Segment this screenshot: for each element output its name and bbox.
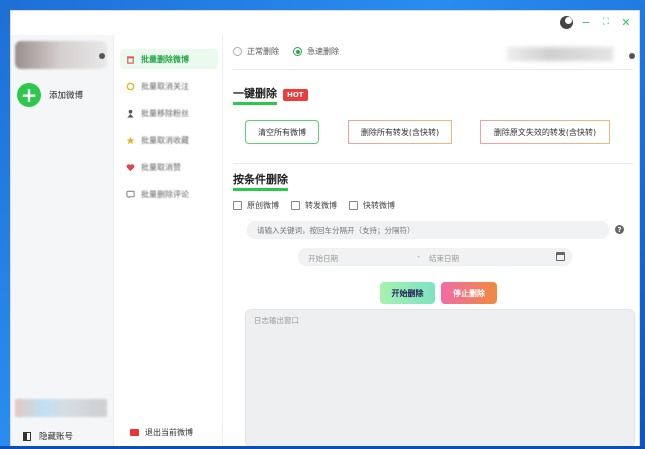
theme-toggle-button[interactable] [559, 15, 573, 29]
conditional-delete-section-title: 按条件删除 [233, 171, 288, 191]
checkbox-label: 原创微博 [247, 201, 279, 210]
delete-all-reposts-button[interactable]: 删除所有转发(含快转) [348, 120, 452, 144]
delete-mode-group: 正常删除 急速删除 [233, 46, 339, 57]
section-title-text: 一键删除 [233, 85, 277, 105]
account-status-dot [99, 53, 105, 59]
window-controls: − ⛶ ✕ [559, 15, 633, 29]
delete-invalid-reposts-button[interactable]: 删除原文失效的转发(含快转) [480, 120, 610, 144]
checkbox-quick-repost-weibo[interactable]: 快转微博 [349, 200, 395, 211]
current-account-profile[interactable] [15, 41, 107, 69]
account-info-dot [629, 53, 635, 59]
hide-account-button[interactable]: 隐藏账号 [23, 430, 73, 442]
close-button[interactable]: ✕ [619, 15, 633, 29]
maximize-button[interactable]: ⛶ [599, 15, 613, 29]
keyword-input[interactable] [247, 221, 609, 239]
nav-item-label: 批量删除微博 [141, 54, 189, 64]
date-end-input[interactable]: 结束日期 [429, 253, 459, 264]
nav-item-label: 批量删除评论 [141, 189, 189, 199]
account-sidebar: + 添加微博 隐藏账号 [11, 35, 113, 448]
title-bar: − ⛶ ✕ [11, 11, 639, 35]
hide-account-label: 隐藏账号 [39, 432, 74, 442]
nav-item-label: 批量移除粉丝 [141, 108, 189, 118]
section-title-text: 按条件删除 [233, 171, 288, 191]
trash-icon [126, 55, 135, 64]
clear-all-weibo-button[interactable]: 清空所有微博 [245, 120, 319, 144]
account-info-blurred [507, 47, 613, 61]
add-account-label: 添加微博 [49, 91, 84, 101]
checkbox-label: 快转微博 [363, 201, 395, 210]
radio-label: 正常删除 [247, 47, 279, 56]
date-separator: - [417, 252, 420, 261]
radio-fast-delete[interactable]: 急速删除 [293, 46, 339, 57]
star-icon [126, 136, 135, 144]
radio-indicator [233, 47, 242, 56]
calendar-icon[interactable] [556, 252, 565, 261]
logout-button[interactable]: 退出当前微博 [130, 427, 193, 438]
divider [233, 163, 633, 164]
start-delete-button[interactable]: 开始删除 [380, 282, 435, 304]
help-icon[interactable]: ? [615, 225, 624, 234]
checkbox-original-weibo[interactable]: 原创微博 [233, 200, 279, 211]
radio-normal-delete[interactable]: 正常删除 [233, 46, 279, 57]
radio-label: 急速删除 [307, 47, 339, 56]
log-output-area[interactable]: 日志输出窗口 [245, 309, 635, 447]
divider [233, 69, 633, 70]
heart-outline-icon [126, 82, 135, 90]
quick-delete-section-title: 一键删除 HOT [233, 85, 308, 105]
theme-icon [559, 15, 573, 29]
sidebar-toggle-icon [23, 431, 31, 441]
minimize-button[interactable]: − [579, 15, 593, 29]
nav-item-unfavorite[interactable]: 批量取消收藏 [120, 130, 218, 150]
nav-item-label: 批量取消关注 [141, 81, 189, 91]
checkbox-label: 转发微博 [305, 201, 337, 210]
weibo-type-filters: 原创微博 转发微博 快转微博 [233, 200, 395, 211]
log-placeholder: 日志输出窗口 [254, 316, 299, 325]
stop-delete-button[interactable]: 停止删除 [441, 282, 497, 304]
radio-indicator [293, 47, 302, 56]
hot-badge: HOT [283, 89, 308, 101]
nav-item-delete-comments[interactable]: 批量删除评论 [120, 184, 218, 204]
date-start-input[interactable]: 开始日期 [308, 253, 338, 264]
account-list-blurred[interactable] [15, 399, 107, 417]
person-icon [127, 109, 134, 118]
app-window: − ⛶ ✕ + 添加微博 隐藏账号 批量删除微博 批量取消关注 批量移除粉丝 批… [10, 10, 640, 449]
feature-nav: 批量删除微博 批量取消关注 批量移除粉丝 批量取消收藏 批量取消赞 批量删除评论… [113, 35, 223, 448]
nav-item-remove-fans[interactable]: 批量移除粉丝 [120, 103, 218, 123]
nav-item-unfollow[interactable]: 批量取消关注 [120, 76, 218, 96]
checkbox-repost-weibo[interactable]: 转发微博 [291, 200, 337, 211]
add-account-button[interactable]: + 添加微博 [17, 83, 83, 107]
heart-icon [126, 163, 135, 171]
comment-icon [126, 190, 135, 199]
checkbox-indicator [291, 201, 300, 210]
logout-icon [130, 429, 139, 436]
main-panel: 正常删除 急速删除 一键删除 HOT 清空所有微博 删除所有转发(含快转) 删除… [223, 35, 639, 448]
date-range-picker[interactable]: 开始日期 - 结束日期 [298, 248, 572, 266]
checkbox-indicator [233, 201, 242, 210]
nav-item-label: 批量取消赞 [141, 162, 181, 172]
nav-item-label: 批量取消收藏 [141, 135, 189, 145]
nav-item-unlike[interactable]: 批量取消赞 [120, 157, 218, 177]
logout-label: 退出当前微博 [145, 428, 193, 437]
checkbox-indicator [349, 201, 358, 210]
nav-item-delete-weibo[interactable]: 批量删除微博 [120, 49, 218, 69]
plus-icon: + [17, 83, 41, 107]
